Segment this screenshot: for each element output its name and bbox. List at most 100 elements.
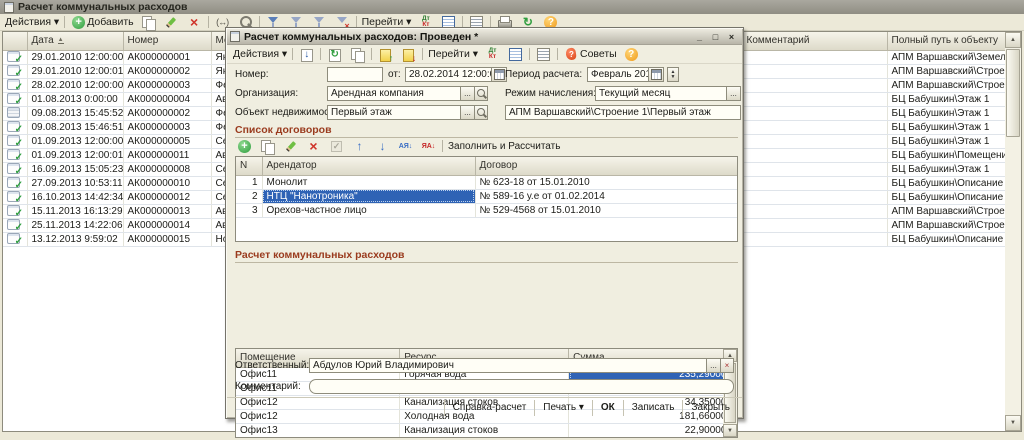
object-open-button[interactable]: [475, 105, 488, 120]
date-cell[interactable]: 01.09.2013 12:00:00: [27, 134, 123, 148]
number-field[interactable]: [327, 67, 383, 82]
status-cell[interactable]: [3, 92, 27, 106]
status-cell[interactable]: [3, 190, 27, 204]
contract-add-button[interactable]: [233, 139, 256, 154]
post-document-button[interactable]: [295, 47, 318, 62]
comment-column-header[interactable]: Комментарий: [742, 32, 887, 50]
period-field[interactable]: Февраль 2014: [587, 67, 649, 82]
comment-cell[interactable]: [742, 232, 887, 246]
date-cell[interactable]: 25.11.2013 14:22:06: [27, 218, 123, 232]
date-cell[interactable]: 15.11.2013 16:13:29: [27, 204, 123, 218]
minimize-button[interactable]: _: [692, 30, 707, 43]
tenant-cell[interactable]: Монолит: [262, 175, 475, 189]
mode-select-button[interactable]: ...: [727, 86, 741, 101]
comment-cell[interactable]: [742, 162, 887, 176]
status-cell[interactable]: [3, 50, 27, 64]
dialog-postings-dtkt-button[interactable]: [481, 47, 504, 62]
comment-cell[interactable]: [742, 204, 887, 218]
contract-finish-edit-button[interactable]: [325, 139, 348, 154]
path-cell[interactable]: АПМ Варшавский\Строен...: [887, 78, 1005, 92]
period-spinner[interactable]: ▲▼: [667, 67, 679, 82]
date-cell[interactable]: 01.08.2013 0:00:00: [27, 92, 123, 106]
dialog-toolbar-button[interactable]: [292, 48, 293, 60]
close-button[interactable]: ×: [724, 30, 739, 43]
period-calendar-button[interactable]: [649, 67, 664, 82]
scroll-up-button[interactable]: ▲: [1005, 32, 1021, 48]
document-movements-button[interactable]: [397, 47, 420, 62]
number-cell[interactable]: АК000000002: [123, 106, 211, 120]
path-cell[interactable]: АПМ Варшавский\Земель...: [887, 50, 1005, 64]
organization-field[interactable]: Арендная компания: [327, 86, 461, 101]
comment-cell[interactable]: [742, 218, 887, 232]
contract-row[interactable]: 2 НТЦ "Нанотроника" № 589-16 у.е от 01.0…: [236, 189, 738, 203]
contract-edit-button[interactable]: [279, 139, 302, 154]
organization-select-button[interactable]: ...: [461, 86, 475, 101]
write-button[interactable]: Записать: [623, 400, 683, 416]
contracts-toolbar-button[interactable]: [442, 140, 443, 152]
contract-move-down-button[interactable]: [371, 139, 394, 154]
path-column-header[interactable]: Полный путь к объекту: [887, 32, 1005, 50]
mode-field[interactable]: Текущий месяц: [595, 86, 727, 101]
dialog-actions-menu-button[interactable]: Действия ▾: [230, 47, 290, 62]
maximize-button[interactable]: □: [708, 30, 723, 43]
status-cell[interactable]: [3, 78, 27, 92]
number-cell[interactable]: АК000000010: [123, 176, 211, 190]
date-cell[interactable]: 29.01.2010 12:00:01: [27, 64, 123, 78]
date-cell[interactable]: 16.10.2013 14:42:34: [27, 190, 123, 204]
date-cell[interactable]: 28.02.2010 12:00:00: [27, 78, 123, 92]
date-cell[interactable]: 09.08.2013 15:45:52: [27, 106, 123, 120]
number-cell[interactable]: АК000000014: [123, 218, 211, 232]
responsible-select-button[interactable]: ...: [707, 358, 721, 373]
subordination-structure-button[interactable]: [374, 47, 397, 62]
n-column-header[interactable]: N: [236, 157, 262, 175]
comment-cell[interactable]: [742, 134, 887, 148]
ok-button[interactable]: ОК: [592, 400, 623, 416]
dialog-toolbar-button[interactable]: [422, 48, 423, 60]
comment-cell[interactable]: [742, 106, 887, 120]
date-field[interactable]: 28.02.2014 12:00:00: [405, 67, 492, 82]
date-cell[interactable]: 13.12.2013 9:59:02: [27, 232, 123, 246]
icon-column-header[interactable]: [3, 32, 27, 50]
status-cell[interactable]: [3, 204, 27, 218]
edit-button[interactable]: [160, 15, 183, 30]
number-cell[interactable]: АК000000003: [123, 78, 211, 92]
status-cell[interactable]: [3, 218, 27, 232]
number-cell[interactable]: АК000000003: [123, 120, 211, 134]
tenant-cell[interactable]: Орехов-частное лицо: [262, 203, 475, 217]
dialog-list-settings-button[interactable]: [532, 47, 555, 62]
amount-cell[interactable]: 22,900000: [569, 423, 737, 437]
path-cell[interactable]: БЦ Бабушкин\Этаж 1: [887, 134, 1005, 148]
dialog-report-button[interactable]: [504, 47, 527, 62]
n-cell[interactable]: 1: [236, 175, 262, 189]
contract-cell[interactable]: № 589-16 у.е от 01.02.2014: [475, 189, 738, 203]
date-cell[interactable]: 29.01.2010 12:00:00: [27, 50, 123, 64]
path-cell[interactable]: АПМ Варшавский\Строен...: [887, 204, 1005, 218]
contract-cell[interactable]: № 623-18 от 15.01.2010: [475, 175, 738, 189]
number-column-header[interactable]: Номер: [123, 32, 211, 50]
contract-move-up-button[interactable]: [348, 139, 371, 154]
number-cell[interactable]: АК000000015: [123, 232, 211, 246]
dialog-toolbar-button[interactable]: [371, 48, 372, 60]
comment-cell[interactable]: [742, 78, 887, 92]
path-cell[interactable]: АПМ Варшавский\Строен...: [887, 64, 1005, 78]
resource-cell[interactable]: Канализация стоков: [400, 423, 569, 437]
status-cell[interactable]: [3, 134, 27, 148]
contract-add-copy-button[interactable]: [256, 139, 279, 154]
number-cell[interactable]: АК000000011: [123, 148, 211, 162]
close-form-button[interactable]: Закрыть: [682, 400, 738, 416]
comment-cell[interactable]: [742, 92, 887, 106]
delete-button[interactable]: [183, 15, 206, 30]
advice-button[interactable]: Советы: [560, 47, 620, 62]
number-cell[interactable]: АК000000004: [123, 92, 211, 106]
n-cell[interactable]: 3: [236, 203, 262, 217]
comment-cell[interactable]: [742, 148, 887, 162]
number-cell[interactable]: АК000000012: [123, 190, 211, 204]
comment-cell[interactable]: [742, 50, 887, 64]
contract-delete-button[interactable]: [302, 139, 325, 154]
room-cell[interactable]: Офис13: [236, 423, 400, 437]
path-cell[interactable]: БЦ Бабушкин\Описание р...: [887, 232, 1005, 246]
responsible-field[interactable]: Абдулов Юрий Владимирович: [309, 358, 707, 373]
comment-field[interactable]: [309, 379, 734, 394]
calc-row[interactable]: Офис13 Канализация стоков 22,900000: [236, 423, 737, 437]
contract-column-header[interactable]: Договор: [475, 157, 738, 175]
